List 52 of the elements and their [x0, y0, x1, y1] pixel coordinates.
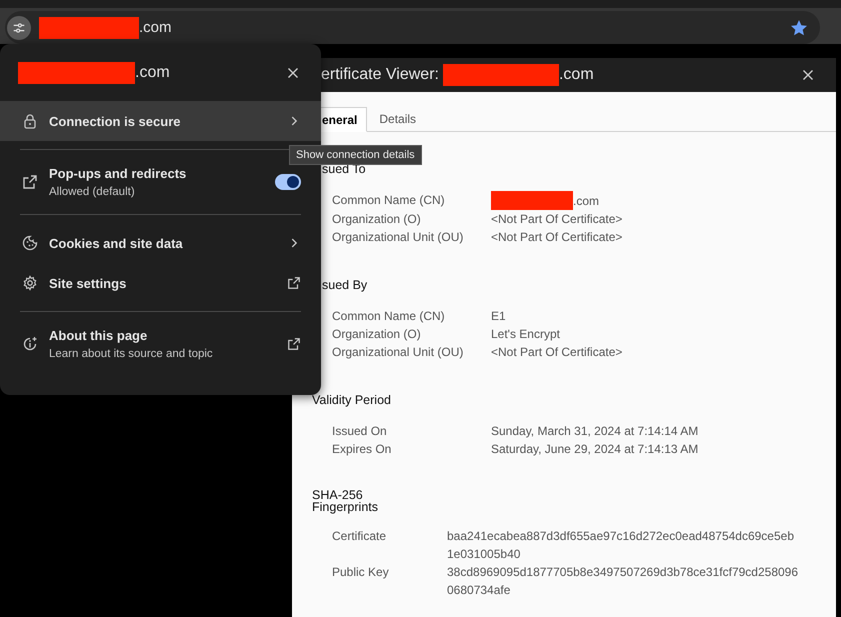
- field-value: baa241ecabea887d3df655ae97c16d272ec0ead48754dc69ce5eb1e031005b40: [447, 528, 796, 563]
- field-value: .com: [573, 192, 600, 210]
- menu-item[interactable]: Connection is secure: [0, 101, 321, 141]
- field-value: E1: [491, 308, 507, 325]
- item-label: Connection is secure: [49, 114, 180, 128]
- info-icon: [22, 336, 38, 352]
- menu-item[interactable]: Site settings: [0, 263, 321, 303]
- external-link-icon: [22, 174, 38, 190]
- site-info-button[interactable]: [7, 16, 31, 40]
- external-link-icon: [287, 337, 301, 351]
- field-value: <Not Part Of Certificate>: [491, 229, 624, 246]
- site-domain: .com: [135, 64, 170, 82]
- cookie-icon: [22, 235, 38, 251]
- field-label: Certificate: [332, 528, 388, 545]
- field-label: Expires On: [332, 441, 392, 458]
- lock-icon: [22, 113, 38, 129]
- field-value: 38cd8969095d1877705b8e3497507269d3b78ce31fcf79cd2580960680734afe: [447, 564, 799, 599]
- field-label: Public Key: [332, 564, 390, 581]
- section-heading: Validity Period: [312, 392, 392, 408]
- item-label: Site settings: [49, 276, 126, 290]
- toggle-switch[interactable]: [275, 174, 301, 190]
- tooltip: Show connection details: [289, 145, 422, 165]
- item-description: Allowed (default): [49, 186, 135, 198]
- item-description: Learn about its source and topic: [49, 348, 213, 360]
- menu-item[interactable]: Cookies and site data: [0, 223, 321, 263]
- menu-item[interactable]: About this page Learn about its source and topic: [0, 320, 321, 368]
- dialog-title: ertificate Viewer:: [321, 66, 439, 84]
- field-label: Common Name (CN): [332, 192, 446, 209]
- external-link-icon: [287, 276, 301, 290]
- field-label: Organizational Unit (OU): [332, 229, 464, 246]
- field-label: Issued On: [332, 423, 388, 440]
- url-text: .com: [139, 19, 172, 36]
- field-label: Organization (O): [332, 211, 422, 228]
- item-label: Pop-ups and redirects: [49, 166, 186, 181]
- address-bar[interactable]: .com: [5, 11, 820, 44]
- item-label: About this page: [49, 328, 148, 343]
- field-value: Saturday, June 29, 2024 at 7:14:13 AM: [491, 441, 700, 458]
- field-value: Sunday, March 31, 2024 at 7:14:14 AM: [491, 423, 700, 440]
- field-value: <Not Part Of Certificate>: [491, 344, 624, 361]
- section-heading: sued By: [322, 277, 368, 293]
- item-label: Cookies and site data: [49, 236, 183, 250]
- tab[interactable]: Details: [369, 107, 426, 131]
- field-label: Common Name (CN): [332, 308, 446, 325]
- field-label: Organizational Unit (OU): [332, 344, 464, 361]
- bookmark-star-icon[interactable]: [790, 18, 808, 36]
- dialog-domain: .com: [558, 66, 594, 84]
- field-value: <Not Part Of Certificate>: [491, 211, 624, 228]
- field-value: Let's Encrypt: [491, 326, 561, 343]
- field-label: Organization (O): [332, 326, 422, 343]
- tune-icon: [12, 20, 26, 34]
- gear-icon: [22, 275, 38, 291]
- section-heading: SHA-256 Fingerprints: [312, 489, 379, 513]
